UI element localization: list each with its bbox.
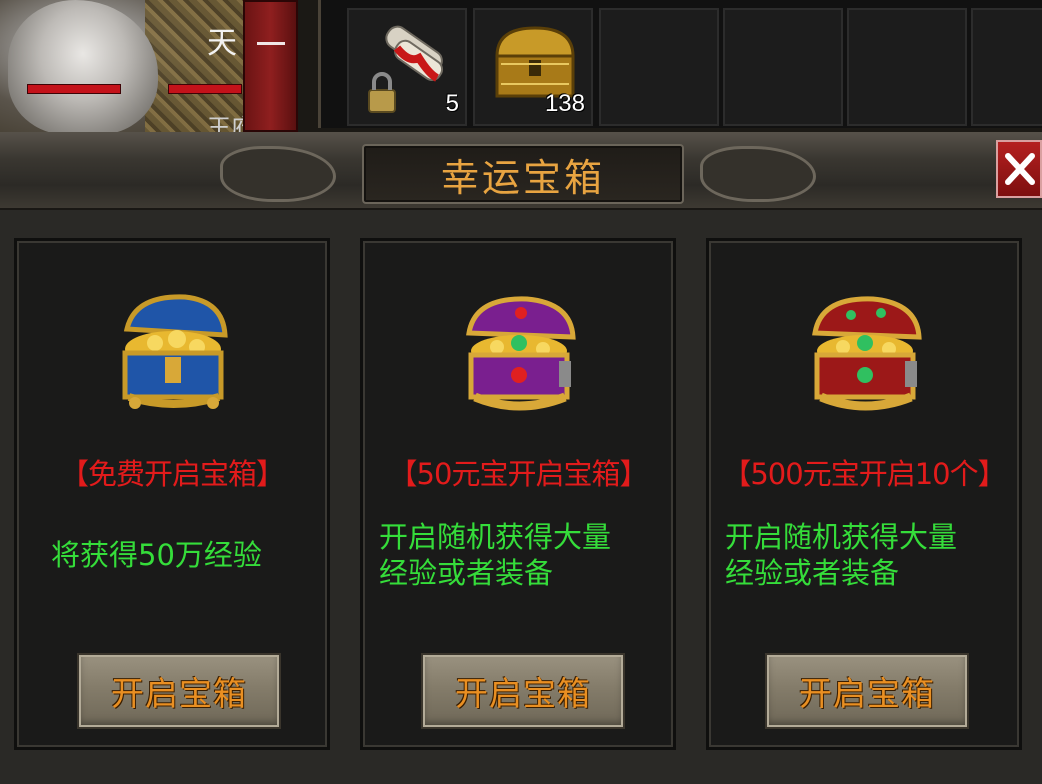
yeti-portrait-icon	[8, 0, 158, 135]
top-hud: 天 王府 5 138	[0, 0, 1042, 142]
hp-bar-secondary	[168, 84, 242, 94]
blue-treasure-chest-icon	[122, 294, 228, 409]
item-count: 138	[544, 90, 585, 117]
card-title: 【50元宝开启宝箱】	[388, 457, 649, 491]
card-title: 【免费开启宝箱】	[59, 457, 285, 491]
card-description-line: 经验或者装备	[379, 556, 554, 590]
card-title: 【500元宝开启10个】	[722, 457, 1006, 491]
panel-header: 幸运宝箱	[0, 132, 1042, 210]
open-chest-button[interactable]: 开启宝箱	[421, 653, 625, 729]
panel-title: 幸运宝箱	[440, 155, 605, 200]
item-slot-chest[interactable]: 138	[473, 8, 593, 126]
card-description-line: 开启随机获得大量	[725, 520, 958, 554]
ornament-left-icon	[220, 146, 336, 202]
item-slot-empty[interactable]	[971, 8, 1042, 126]
scroll-lock-icon	[368, 25, 444, 113]
hp-bar	[27, 84, 121, 94]
chest-card-50: 【50元宝开启宝箱】 开启随机获得大量 经验或者装备 开启宝箱	[360, 238, 676, 750]
card-description: 将获得50万经验	[51, 537, 262, 573]
card-description-line: 开启随机获得大量	[379, 520, 612, 554]
card-description: 开启随机获得大量 经验或者装备	[725, 519, 957, 591]
open-chest-button[interactable]: 开启宝箱	[765, 653, 969, 729]
purple-treasure-chest-icon	[466, 296, 576, 411]
item-slot-empty[interactable]	[599, 8, 719, 126]
item-slot-scroll[interactable]: 5	[347, 8, 467, 126]
minus-icon	[257, 42, 285, 45]
player-name: 天	[207, 26, 237, 61]
card-description-line: 将获得50万经验	[51, 538, 262, 572]
red-treasure-chest-icon	[812, 296, 922, 411]
item-count: 5	[445, 90, 459, 117]
open-chest-button[interactable]: 开启宝箱	[77, 653, 281, 729]
chest-card-500: 【500元宝开启10个】 开启随机获得大量 经验或者装备 开启宝箱	[706, 238, 1022, 750]
card-description: 开启随机获得大量 经验或者装备	[379, 519, 611, 591]
collapse-tab[interactable]	[243, 0, 298, 132]
card-description-line: 经验或者装备	[725, 556, 900, 590]
item-slot-empty[interactable]	[847, 8, 967, 126]
close-button[interactable]	[996, 140, 1042, 198]
lucky-chest-panel: 幸运宝箱 【免费开启宝箱】 将获得50万经验 开启宝箱 【50元宝开启宝箱】 开…	[0, 132, 1042, 784]
item-slot-empty[interactable]	[723, 8, 843, 126]
close-icon	[1005, 153, 1035, 185]
ornament-right-icon	[700, 146, 816, 202]
chest-card-free: 【免费开启宝箱】 将获得50万经验 开启宝箱	[14, 238, 330, 750]
item-bar: 5 138	[318, 0, 1042, 128]
title-plate: 幸运宝箱	[362, 144, 684, 204]
